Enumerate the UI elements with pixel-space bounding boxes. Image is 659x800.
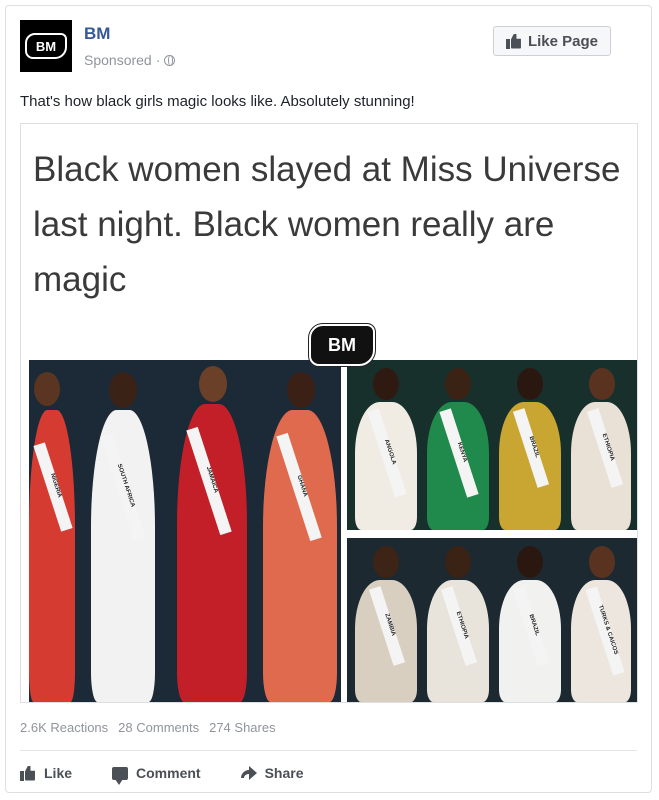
comment-bubble-icon	[112, 766, 129, 785]
contestant-figure: NIGERIA	[29, 372, 79, 702]
like-label: Like	[44, 765, 73, 781]
share-arrow-icon	[240, 766, 257, 780]
contestant-figure: KENYA	[425, 368, 491, 530]
reactions-count[interactable]: 2.6K Reactions	[20, 720, 108, 735]
sponsored-label[interactable]: Sponsored	[84, 52, 152, 68]
thumbs-up-icon	[20, 766, 36, 781]
bm-logo-icon: BM	[25, 33, 67, 59]
photo-bottom-right-panel: ZAMBIA ETHIOPIA BRAZIL TURKS & CAICOS	[347, 538, 637, 702]
avatar-text: BM	[35, 38, 57, 54]
post-meta: Sponsored ·	[84, 52, 176, 68]
like-page-label: Like Page	[527, 32, 598, 50]
page-avatar[interactable]: BM	[20, 20, 72, 72]
comments-count[interactable]: 28 Comments	[118, 720, 199, 735]
shares-count[interactable]: 274 Shares	[209, 720, 276, 735]
watermark-text: BM	[328, 334, 356, 355]
like-button[interactable]: Like	[20, 765, 72, 781]
page-name-link[interactable]: BM	[84, 24, 110, 44]
contestant-figure: BRAZIL	[497, 368, 563, 530]
contestant-figure: ZAMBIA	[353, 546, 419, 702]
share-label: Share	[264, 765, 304, 781]
comment-button[interactable]: Comment	[112, 765, 201, 785]
share-button[interactable]: Share	[240, 765, 304, 781]
contestant-figure: ETHIOPIA	[569, 368, 633, 530]
post-text: That's how black girls magic looks like.…	[20, 93, 415, 110]
action-bar: Like Comment Share	[20, 758, 304, 788]
post-image[interactable]: Black women slayed at Miss Universe last…	[20, 123, 638, 703]
contestant-figure: GHANA	[257, 372, 341, 702]
like-page-button[interactable]: Like Page	[492, 26, 611, 56]
actions-divider	[20, 750, 637, 751]
post-header: BM BM Sponsored · Like Page	[20, 20, 637, 78]
image-headline: Black women slayed at Miss Universe last…	[33, 150, 621, 299]
contestant-figure: SOUTH AFRICA	[83, 372, 163, 702]
sponsored-post-card: BM BM Sponsored · Like Page That's how b…	[5, 5, 652, 793]
contestant-figure: JAMAICA	[169, 366, 253, 702]
thumbs-up-icon	[505, 34, 522, 49]
globe-icon[interactable]	[164, 54, 176, 66]
meta-separator: ·	[155, 52, 161, 68]
bm-watermark-logo: BM	[309, 324, 375, 366]
photo-left-panel: NIGERIA SOUTH AFRICA JAMAICA GHANA	[29, 360, 341, 702]
contestant-figure: TURKS & CAICOS	[569, 546, 633, 702]
photo-top-right-panel: ANGOLA KENYA BRAZIL ETHIOPIA	[347, 360, 637, 530]
contestant-figure: ETHIOPIA	[425, 546, 491, 702]
contestant-figure: ANGOLA	[353, 368, 419, 530]
comment-label: Comment	[136, 765, 201, 781]
contestant-figure: BRAZIL	[497, 546, 563, 702]
engagement-stats: 2.6K Reactions 28 Comments 274 Shares	[20, 720, 276, 735]
